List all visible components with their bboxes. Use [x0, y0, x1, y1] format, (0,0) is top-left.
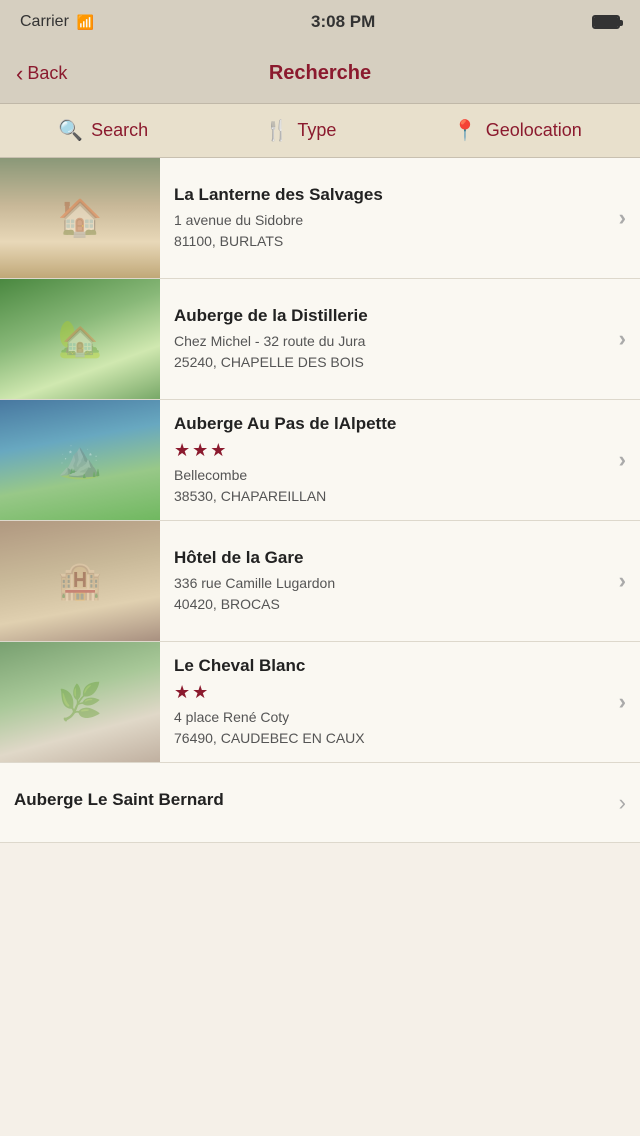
tab-search-label: Search [91, 120, 148, 141]
tab-bar: 🔍 Search 🍴 Type 📍 Geolocation [0, 104, 640, 158]
star-icon: ★ [210, 440, 226, 461]
list-item[interactable]: Auberge de la Distillerie Chez Michel - … [0, 279, 640, 400]
listing-address: 1 avenue du Sidobre81100, BURLATS [174, 210, 605, 252]
listing-content: Hôtel de la Gare 336 rue Camille Lugardo… [160, 521, 619, 641]
listing-image [0, 400, 160, 520]
list-item[interactable]: Auberge Au Pas de lAlpette ★ ★ ★ Belleco… [0, 400, 640, 521]
back-button[interactable]: ‹ Back [16, 63, 67, 85]
tab-type[interactable]: 🍴 Type [249, 110, 353, 151]
listings-list: La Lanterne des Salvages 1 avenue du Sid… [0, 158, 640, 843]
tab-geolocation-label: Geolocation [486, 120, 582, 141]
listing-address: Bellecombe38530, CHAPAREILLAN [174, 465, 605, 507]
status-bar-right [592, 15, 620, 29]
tab-type-label: Type [297, 120, 336, 141]
chevron-right-icon: › [619, 158, 640, 278]
listing-content: Auberge de la Distillerie Chez Michel - … [160, 279, 619, 399]
chevron-right-icon: › [619, 521, 640, 641]
chevron-right-icon: › [619, 279, 640, 399]
nav-title: Recherche [269, 62, 371, 85]
listing-stars: ★ ★ ★ [174, 440, 605, 461]
listing-image [0, 279, 160, 399]
listing-address: Chez Michel - 32 route du Jura25240, CHA… [174, 331, 605, 373]
carrier-label: Carrier [20, 13, 69, 31]
chevron-right-icon: › [619, 642, 640, 762]
listing-content: Le Cheval Blanc ★ ★ 4 place René Coty764… [160, 642, 619, 762]
listing-image [0, 642, 160, 762]
battery-fill [594, 17, 618, 27]
list-item[interactable]: La Lanterne des Salvages 1 avenue du Sid… [0, 158, 640, 279]
tab-search[interactable]: 🔍 Search [42, 110, 164, 151]
star-icon: ★ [192, 682, 208, 703]
list-item[interactable]: Hôtel de la Gare 336 rue Camille Lugardo… [0, 521, 640, 642]
listing-address: 336 rue Camille Lugardon40420, BROCAS [174, 573, 605, 615]
listing-name: Le Cheval Blanc [174, 655, 605, 677]
listing-name: Auberge Le Saint Bernard [14, 789, 224, 811]
star-icon: ★ [192, 440, 208, 461]
listing-name: Auberge de la Distillerie [174, 305, 605, 327]
star-icon: ★ [174, 682, 190, 703]
listing-image [0, 521, 160, 641]
status-bar-left: Carrier 📶 [20, 13, 94, 31]
search-icon: 🔍 [58, 118, 83, 143]
listing-stars: ★ ★ [174, 682, 605, 703]
listing-name: Auberge Au Pas de lAlpette [174, 413, 605, 435]
battery-icon [592, 15, 620, 29]
chevron-right-icon: › [619, 400, 640, 520]
listing-content: La Lanterne des Salvages 1 avenue du Sid… [160, 158, 619, 278]
list-item[interactable]: Le Cheval Blanc ★ ★ 4 place René Coty764… [0, 642, 640, 763]
listing-name: Hôtel de la Gare [174, 547, 605, 569]
location-icon: 📍 [453, 118, 478, 143]
listing-content: Auberge Au Pas de lAlpette ★ ★ ★ Belleco… [160, 400, 619, 520]
chevron-right-icon: › [619, 790, 626, 816]
wifi-icon: 📶 [77, 14, 94, 31]
tab-geolocation[interactable]: 📍 Geolocation [437, 110, 598, 151]
fork-icon: 🍴 [265, 118, 290, 143]
listing-name: La Lanterne des Salvages [174, 184, 605, 206]
back-chevron-icon: ‹ [16, 63, 23, 85]
nav-bar: ‹ Back Recherche [0, 44, 640, 104]
star-icon: ★ [174, 440, 190, 461]
listing-address: 4 place René Coty76490, CAUDEBEC EN CAUX [174, 707, 605, 749]
back-label: Back [27, 63, 67, 84]
list-item[interactable]: Auberge Le Saint Bernard › [0, 763, 640, 843]
status-bar-time: 3:08 PM [311, 12, 375, 32]
listing-image [0, 158, 160, 278]
status-bar: Carrier 📶 3:08 PM [0, 0, 640, 44]
